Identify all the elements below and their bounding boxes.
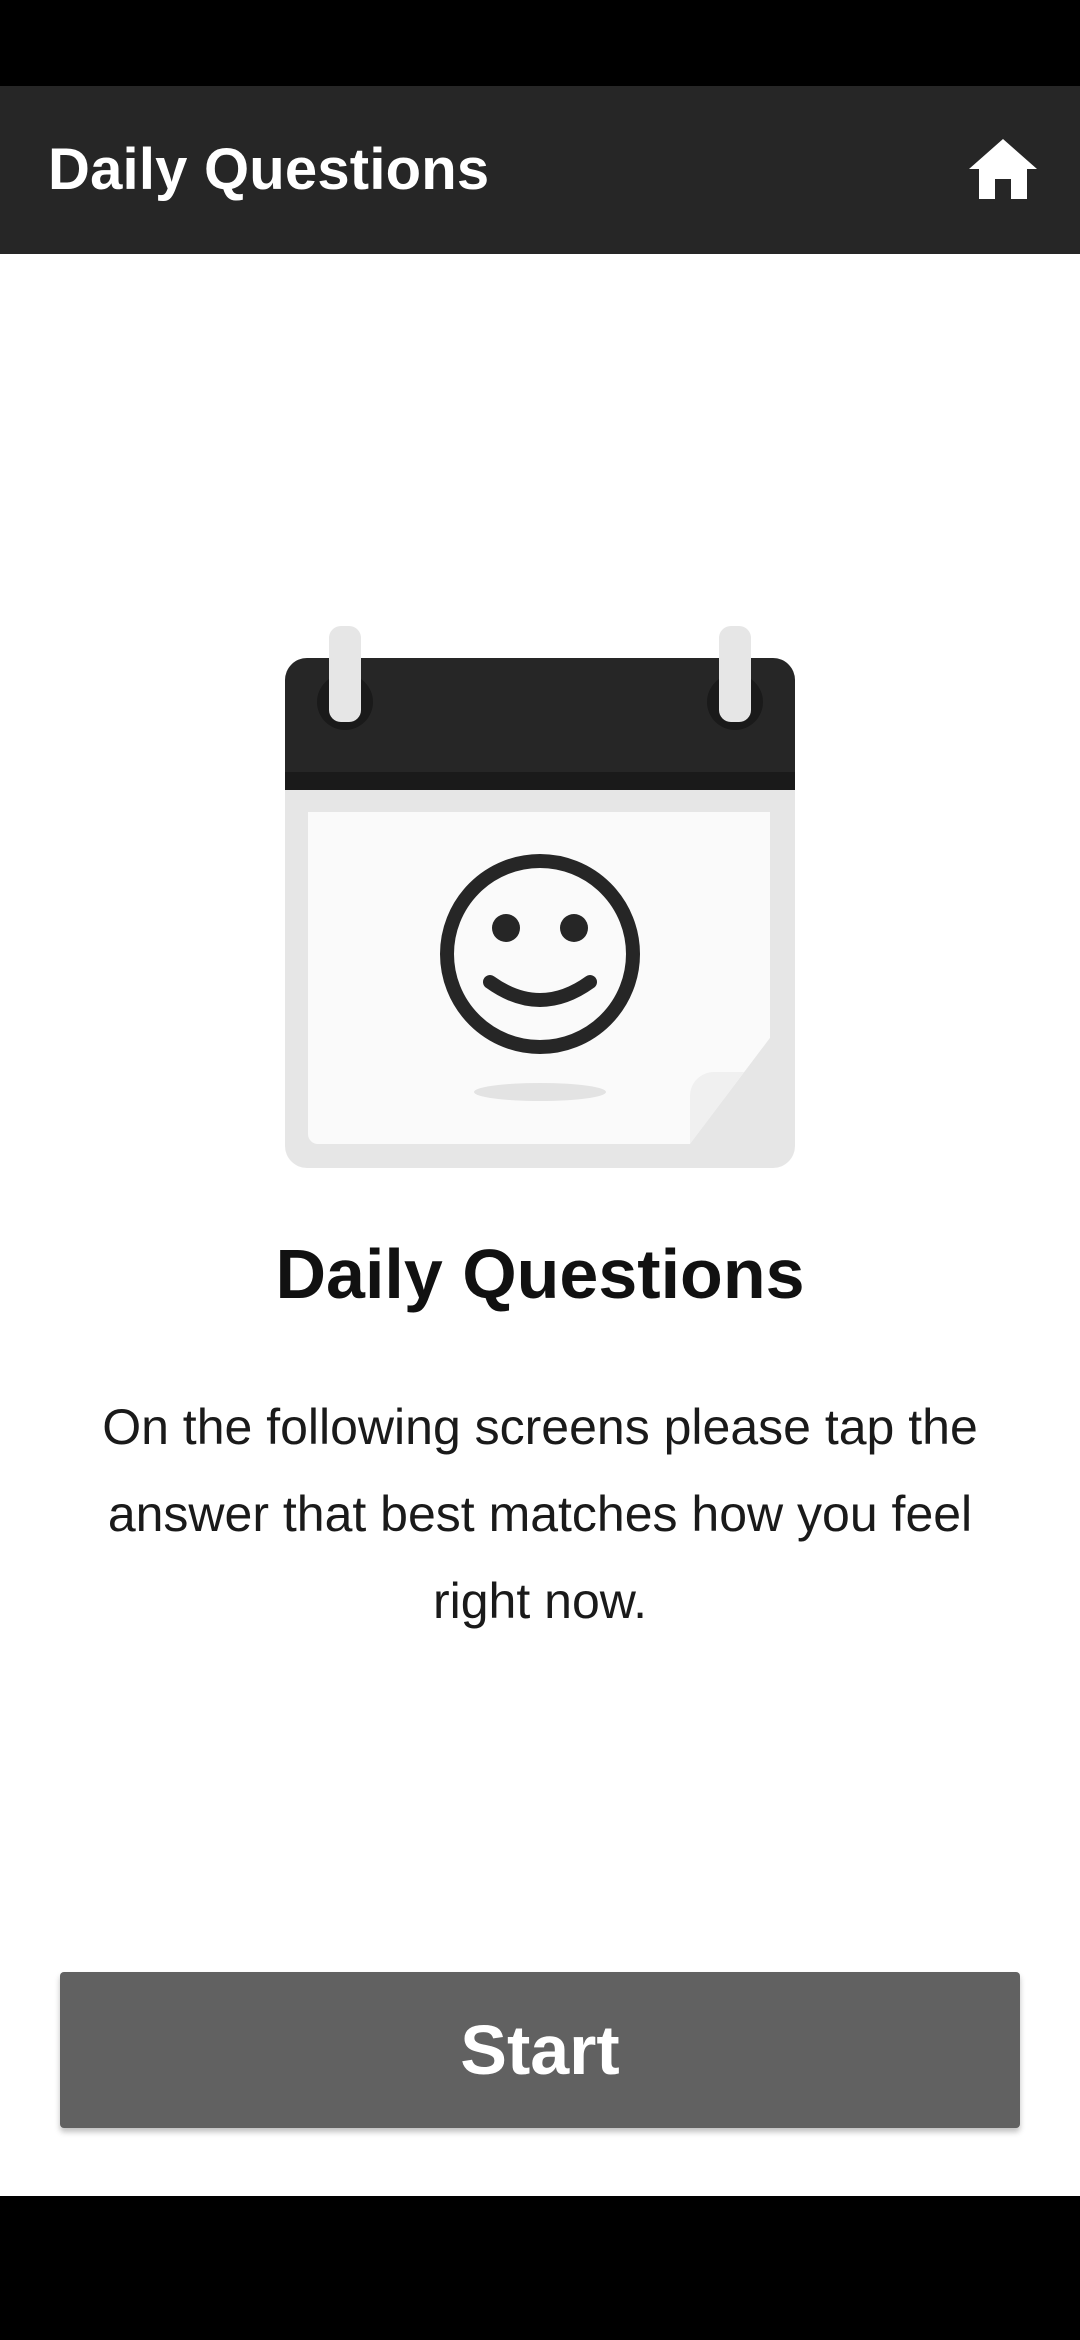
app-title: Daily Questions	[48, 137, 490, 202]
instructions-text: On the following screens please tap the …	[102, 1399, 978, 1629]
page-title: Daily Questions	[275, 1235, 805, 1313]
home-icon	[969, 139, 1037, 199]
content-area: Daily Questions On the following screens…	[0, 254, 1080, 2196]
navigation-bar	[0, 2196, 1080, 2340]
app-bar: Daily Questions	[0, 86, 1080, 254]
home-button[interactable]	[960, 126, 1046, 212]
start-button[interactable]: Start	[60, 1972, 1020, 2128]
status-bar	[0, 0, 1080, 86]
calendar-smiley-icon	[285, 626, 795, 1168]
